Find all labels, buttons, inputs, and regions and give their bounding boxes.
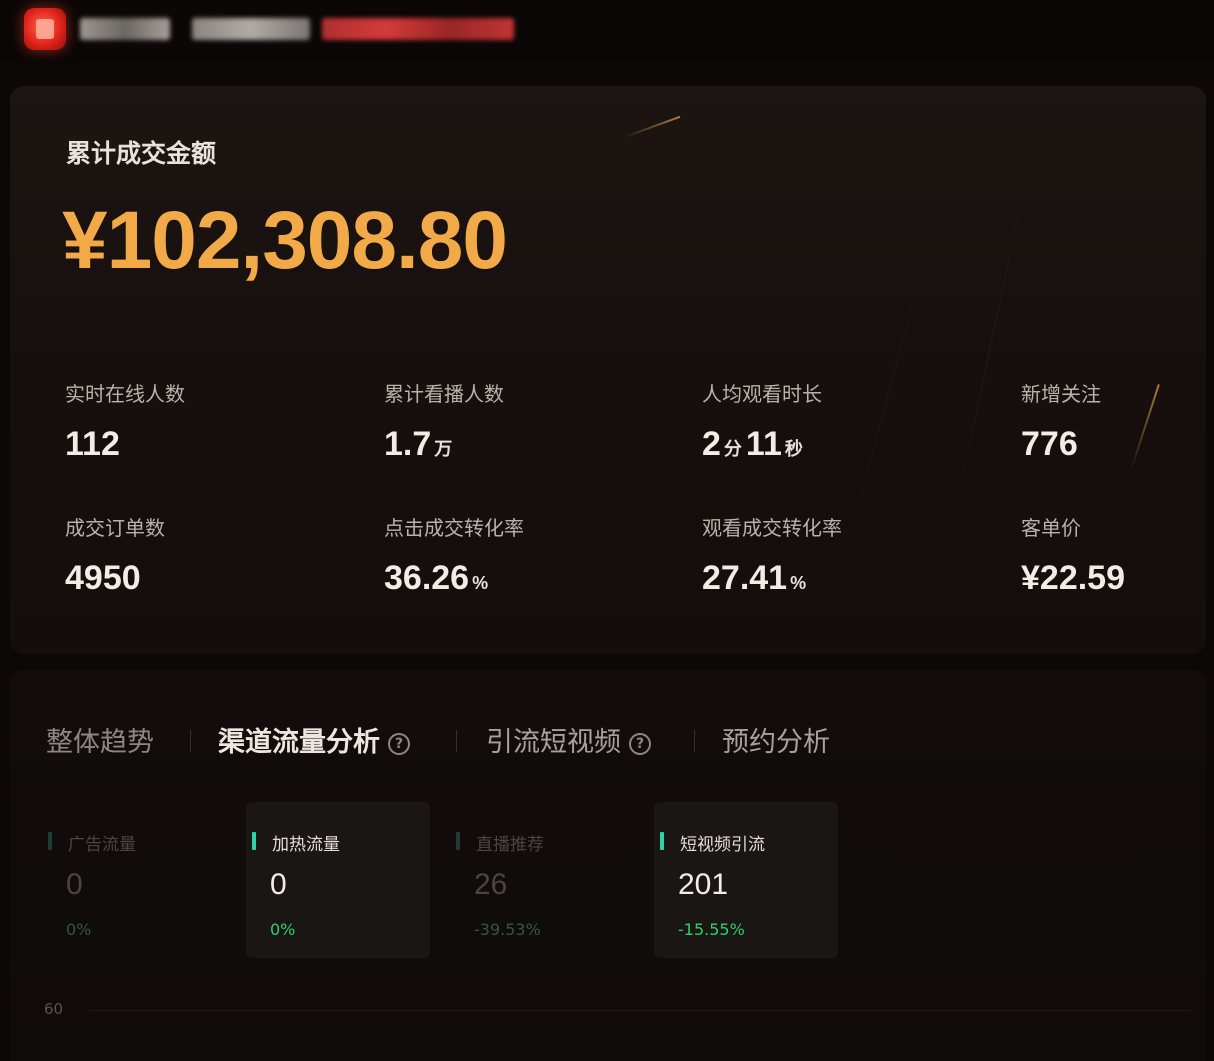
decorative-streak (623, 115, 681, 139)
chart-gridline (90, 1010, 1190, 1011)
tab-divider (694, 730, 695, 752)
channel-change: 0% (66, 920, 92, 939)
metric-label: 新增关注 (1021, 382, 1101, 406)
metric-avg-watch-time: 人均观看时长 2 分 11 秒 (702, 378, 1002, 464)
channel-value: 201 (678, 868, 729, 901)
channel-name: 广告流量 (68, 835, 136, 855)
channel-name: 加热流量 (272, 835, 340, 855)
top-bar (0, 0, 1214, 62)
traffic-analysis-card: 整体趋势 渠道流量分析? 引流短视频? 预约分析 广告流量 0 0% 加热流量 … (10, 670, 1206, 1061)
metric-label: 客单价 (1021, 516, 1081, 540)
metric-label: 成交订单数 (65, 516, 165, 540)
channel-change: 0% (270, 920, 296, 939)
room-title-blurred (192, 18, 310, 40)
metric-click-conversion: 点击成交转化率 36.26% (384, 512, 684, 598)
metric-orders: 成交订单数 4950 (65, 512, 365, 598)
channel-name: 短视频引流 (680, 835, 765, 855)
metric-value: 1.7 万 (384, 425, 453, 463)
channel-indicator (456, 832, 460, 850)
channel-indicator (252, 832, 256, 850)
metric-new-followers: 新增关注 776 (1021, 378, 1206, 464)
tab-channel-traffic[interactable]: 渠道流量分析? (218, 720, 410, 759)
channel-change: -39.53% (474, 920, 541, 939)
metric-label: 人均观看时长 (702, 382, 822, 406)
channel-card-live-recommend[interactable]: 直播推荐 26 -39.53% (450, 802, 634, 958)
channel-card-ads[interactable]: 广告流量 0 0% (42, 802, 226, 958)
help-icon[interactable]: ? (388, 733, 410, 755)
metric-label: 观看成交转化率 (702, 516, 842, 540)
metric-value: 4950 (65, 559, 141, 597)
tab-divider (456, 730, 457, 752)
metric-value: 112 (65, 425, 120, 463)
metric-value: 36.26% (384, 559, 489, 597)
channel-card-short-video[interactable]: 短视频引流 201 -15.55% (654, 802, 838, 958)
metric-value: 776 (1021, 425, 1078, 463)
channel-change: -15.55% (678, 920, 745, 939)
channel-value: 0 (270, 868, 287, 901)
metric-online-viewers: 实时在线人数 112 (65, 378, 365, 464)
total-sales-amount: ¥102,308.80 (62, 195, 508, 286)
metric-label: 点击成交转化率 (384, 516, 524, 540)
metric-avg-order-value: 客单价 ¥22.59 (1021, 512, 1206, 598)
metric-value: 2 分 11 秒 (702, 425, 803, 463)
metric-total-viewers: 累计看播人数 1.7 万 (384, 378, 684, 464)
tab-overall-trend[interactable]: 整体趋势 (46, 720, 154, 759)
decorative-streak (952, 169, 1029, 523)
channel-value: 0 (66, 868, 83, 901)
channel-value: 26 (474, 868, 508, 901)
channel-name: 直播推荐 (476, 835, 544, 855)
metric-label: 累计看播人数 (384, 382, 504, 406)
account-name-blurred (80, 18, 170, 40)
chart-y-axis-label: 60 (44, 1000, 64, 1018)
logo-glyph (36, 19, 54, 39)
metric-value: ¥22.59 (1021, 559, 1125, 597)
channel-indicator (660, 832, 664, 850)
app-logo-icon[interactable] (24, 8, 66, 50)
tab-short-video[interactable]: 引流短视频? (486, 720, 651, 759)
metric-value: 27.41% (702, 559, 807, 597)
live-status-blurred (322, 18, 514, 40)
help-icon[interactable]: ? (629, 733, 651, 755)
metric-view-conversion: 观看成交转化率 27.41% (702, 512, 1002, 598)
metric-label: 实时在线人数 (65, 382, 185, 406)
tab-reservation[interactable]: 预约分析 (722, 720, 830, 759)
tab-divider (190, 730, 191, 752)
total-sales-label: 累计成交金额 (66, 139, 217, 168)
channel-card-boost[interactable]: 加热流量 0 0% (246, 802, 430, 958)
live-summary-card: 累计成交金额 ¥102,308.80 实时在线人数 112 累计看播人数 1.7… (10, 86, 1206, 654)
channel-indicator (48, 832, 52, 850)
